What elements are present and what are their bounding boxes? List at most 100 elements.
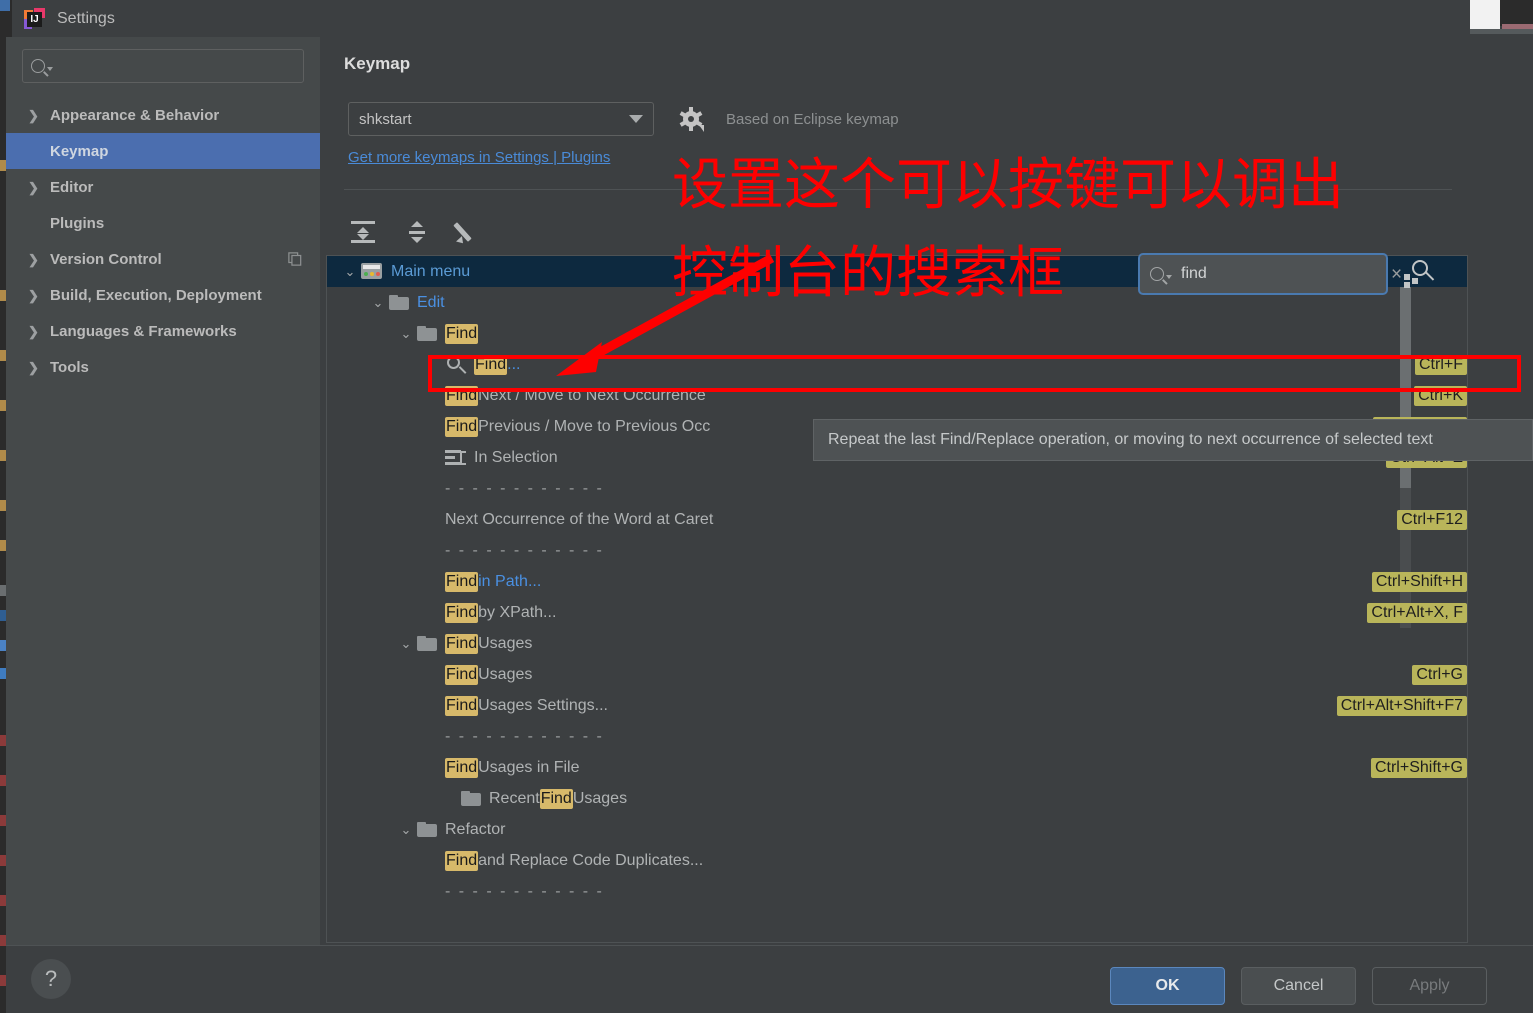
sidebar-item-label: Languages & Frameworks [50, 322, 237, 340]
keymap-select-value: shkstart [359, 110, 412, 128]
help-button[interactable]: ? [31, 959, 71, 999]
expand-all-icon[interactable] [348, 217, 378, 247]
ok-button[interactable]: OK [1110, 967, 1225, 1005]
chevron-right-icon[interactable]: ❯ [28, 325, 42, 338]
tree-row-highlight: Find [445, 323, 479, 344]
tree-row-find-usages-in-file[interactable]: Find Usages in File Ctrl+Shift+G [327, 752, 1467, 783]
folder-icon [461, 791, 481, 806]
tree-row-label: Edit [417, 293, 445, 311]
sidebar-item-plugins[interactable]: ❯ Plugins [6, 205, 320, 241]
find-by-shortcut-icon[interactable] [1402, 257, 1436, 291]
separator-dashes: - - - - - - - - - - - - [445, 541, 604, 559]
tree-row-refactor[interactable]: ⌄ Refactor [327, 814, 1467, 845]
tree-row-find-replace-code-duplicates[interactable]: Find and Replace Code Duplicates... [327, 845, 1467, 876]
tree-row-label: Main menu [391, 262, 471, 280]
sidebar-item-editor[interactable]: ❯ Editor [6, 169, 320, 205]
chevron-down-icon[interactable]: ⌄ [395, 822, 417, 838]
annotation-highlight-rect [428, 355, 1521, 392]
main-menu-icon [361, 263, 383, 280]
shortcut-badge: Ctrl+Alt+X, F [1367, 602, 1467, 623]
sidebar-nav: ❯ Appearance & Behavior ❯ Keymap ❯ Edito… [6, 97, 320, 385]
chevron-down-icon[interactable]: ⌄ [339, 264, 361, 280]
tree-row-highlight: Find [445, 664, 479, 685]
cancel-button[interactable]: Cancel [1241, 967, 1356, 1005]
chevron-down-icon[interactable]: ⌄ [395, 636, 417, 652]
apply-button: Apply [1372, 967, 1487, 1005]
chevron-down-icon[interactable] [629, 115, 643, 123]
separator-dashes: - - - - - - - - - - - - [445, 479, 604, 497]
in-selection-icon [445, 448, 467, 468]
sidebar-item-keymap[interactable]: ❯ Keymap [6, 133, 320, 169]
tree-row-separator: - - - - - - - - - - - - [327, 876, 1467, 907]
sidebar-item-tools[interactable]: ❯ Tools [6, 349, 320, 385]
get-more-keymaps-link[interactable]: Get more keymaps in Settings | Plugins [348, 149, 610, 166]
dialog-footer: ? OK Cancel Apply [6, 945, 1533, 1013]
tree-row-highlight: Find [445, 416, 479, 437]
annotation-line-1: 设置这个可以按键可以调出 [672, 153, 1344, 218]
tree-row-recent-find-usages[interactable]: Recent Find Usages [327, 783, 1467, 814]
keymap-search-input[interactable] [1172, 265, 1388, 283]
search-icon [1150, 267, 1164, 281]
sidebar-item-label: Editor [50, 178, 94, 196]
chevron-right-icon[interactable]: ❯ [28, 361, 42, 374]
tree-row-label: In Selection [474, 448, 558, 466]
keymap-select[interactable]: shkstart [348, 102, 654, 136]
tooltip: Repeat the last Find/Replace operation, … [813, 419, 1533, 461]
separator-dashes: - - - - - - - - - - - - [445, 882, 604, 900]
tree-row-label: Usages [478, 665, 533, 683]
sidebar-item-appearance-behavior[interactable]: ❯ Appearance & Behavior [6, 97, 320, 133]
tree-row-find-usages-folder[interactable]: ⌄ Find Usages [327, 628, 1467, 659]
page-title: Keymap [344, 54, 411, 73]
tree-row-highlight: Find [445, 695, 479, 716]
chevron-right-icon[interactable]: ❯ [28, 289, 42, 302]
folder-icon [417, 636, 437, 651]
keymap-search-box[interactable]: × [1138, 253, 1402, 295]
tree-row-prefix: Recent [489, 789, 540, 807]
sidebar-item-label: Keymap [50, 142, 109, 160]
settings-sidebar: ❯ Appearance & Behavior ❯ Keymap ❯ Edito… [6, 37, 320, 945]
sidebar-item-label: Appearance & Behavior [50, 106, 220, 124]
tree-row-separator: - - - - - - - - - - - - [327, 721, 1467, 752]
tree-row-label: by XPath... [478, 603, 557, 621]
chevron-down-icon[interactable]: ⌄ [395, 326, 417, 342]
tree-row-highlight: Find [445, 602, 479, 623]
tree-row-separator: - - - - - - - - - - - - [327, 535, 1467, 566]
sidebar-search-input[interactable] [53, 58, 295, 74]
gear-icon[interactable] [679, 107, 704, 132]
intellij-idea-icon: IJ [24, 8, 45, 29]
sidebar-item-version-control[interactable]: ❯ Version Control [6, 241, 320, 277]
sidebar-item-build-execution-deployment[interactable]: ❯ Build, Execution, Deployment [6, 277, 320, 313]
tree-row-find-usages-settings[interactable]: Find Usages Settings... Ctrl+Alt+Shift+F… [327, 690, 1467, 721]
shortcut-badge: Ctrl+Alt+Shift+F7 [1336, 695, 1467, 716]
collapse-all-icon[interactable] [402, 217, 432, 247]
chevron-right-icon[interactable]: ❯ [28, 181, 42, 194]
sidebar-item-languages-frameworks[interactable]: ❯ Languages & Frameworks [6, 313, 320, 349]
copy-icon [288, 252, 302, 266]
tree-row-label: Usages [572, 789, 628, 807]
chevron-right-icon[interactable]: ❯ [28, 253, 42, 266]
separator-dashes: - - - - - - - - - - - - [445, 727, 604, 745]
tree-row-label: in Path... [478, 572, 542, 590]
sidebar-search-box[interactable] [22, 49, 304, 83]
window-title: Settings [57, 9, 115, 27]
folder-icon [417, 326, 437, 341]
shortcut-badge: Ctrl+G [1412, 664, 1467, 685]
tree-row-highlight: Find [445, 571, 479, 592]
chevron-down-icon[interactable]: ⌄ [367, 295, 389, 311]
tree-row-label: Usages Settings... [478, 696, 608, 714]
tree-row-find-in-path[interactable]: Find in Path... Ctrl+Shift+H [327, 566, 1467, 597]
edit-shortcut-icon[interactable] [453, 217, 486, 247]
sidebar-item-label: Build, Execution, Deployment [50, 286, 262, 304]
tree-row-find-folder[interactable]: ⌄ Find [327, 318, 1467, 349]
sidebar-item-label: Tools [50, 358, 89, 376]
tree-row-label: Refactor [445, 820, 506, 838]
folder-icon [389, 295, 409, 310]
tree-row-highlight: Find [539, 788, 573, 809]
chevron-right-icon[interactable]: ❯ [28, 109, 42, 122]
tree-row-highlight: Find [445, 757, 479, 778]
tree-row-find-usages[interactable]: Find Usages Ctrl+G [327, 659, 1467, 690]
tooltip-text: Repeat the last Find/Replace operation, … [828, 431, 1433, 448]
folder-icon [417, 822, 437, 837]
tree-row-find-by-xpath[interactable]: Find by XPath... Ctrl+Alt+X, F [327, 597, 1467, 628]
tree-row-next-occurrence-word-at-caret[interactable]: Next Occurrence of the Word at Caret Ctr… [327, 504, 1467, 535]
